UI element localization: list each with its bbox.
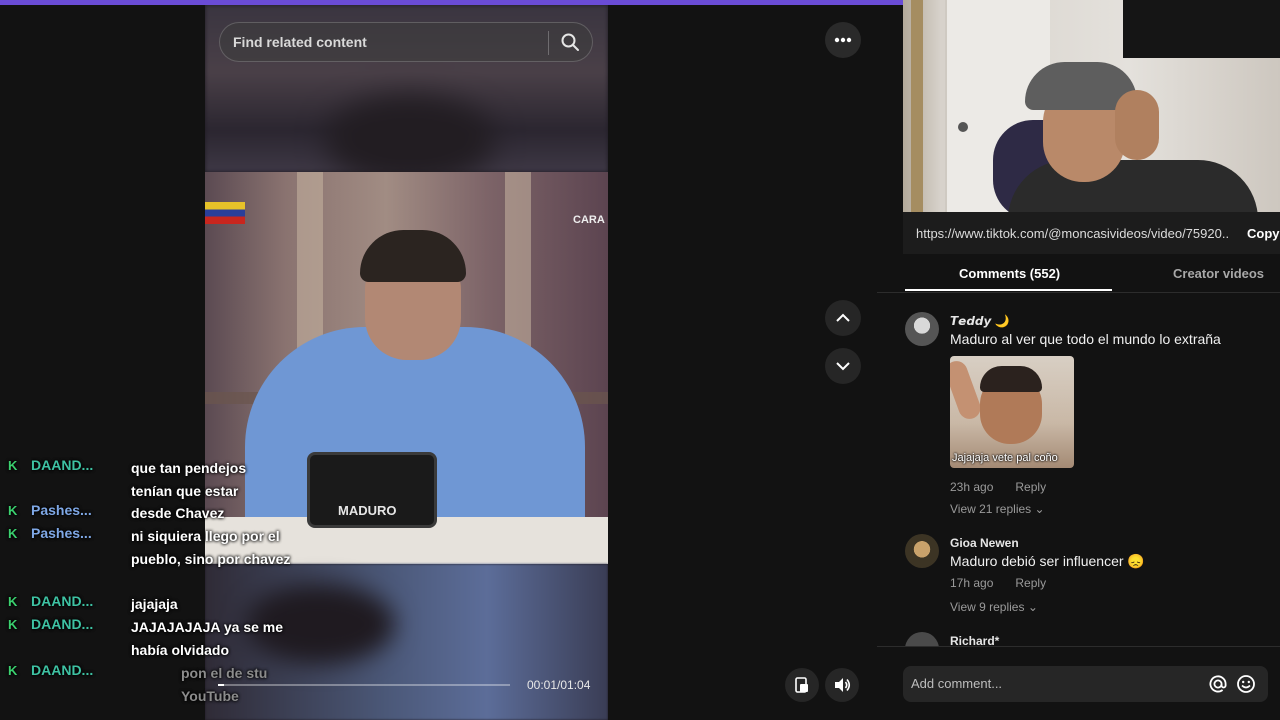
tab-comments[interactable]: Comments (552)	[959, 266, 1060, 281]
comment-time: 17h ago	[950, 576, 994, 590]
chat-text: jajajaja	[131, 596, 178, 612]
chevron-down-icon	[836, 362, 850, 371]
picture-in-picture-button[interactable]	[785, 668, 819, 702]
url-bar: https://www.tiktok.com/@moncasivideos/vi…	[903, 212, 1280, 254]
tablet: MADURO	[307, 452, 437, 528]
chat-badge-icon: K	[8, 663, 18, 678]
tablet-label: MADURO	[338, 503, 397, 518]
chat-username[interactable]: DAAND...	[31, 593, 108, 616]
view-replies-button[interactable]: View 21 replies ⌄	[950, 502, 1045, 516]
next-video-button[interactable]	[825, 348, 861, 384]
pip-icon	[795, 677, 808, 693]
comment-text: Maduro debió ser influencer 😞	[950, 553, 1145, 569]
screen: CARA MADURO Find related content 00:01/0…	[0, 0, 1280, 720]
chat-badge-icon: K	[8, 594, 18, 609]
comment-username[interactable]: Gioa Newen	[950, 536, 1019, 550]
chat-badge-icon: K	[8, 503, 18, 518]
sticker-hair	[980, 366, 1042, 392]
reply-button[interactable]: Reply	[1015, 480, 1046, 494]
comment-input[interactable]: Add comment...	[903, 666, 1268, 702]
chat-message: K Pashes... desde Chavez	[8, 502, 291, 525]
search-input[interactable]: Find related content	[233, 34, 367, 50]
chat-text: desde Chavez	[131, 505, 225, 521]
chat-username[interactable]: DAAND...	[31, 616, 108, 661]
comment-input-divider	[877, 646, 1280, 647]
chat-message: K DAAND... pon el de stu YouTube	[8, 662, 291, 707]
chat-text: que tan pendejos tenían que estar	[131, 460, 247, 499]
webcam-tv	[1123, 0, 1280, 58]
comment-time: 23h ago	[950, 480, 994, 494]
chat-message: K DAAND... que tan pendejos tenían que e…	[8, 457, 291, 502]
chat-text: pon el de stu YouTube	[181, 665, 268, 704]
volume-icon	[835, 678, 851, 692]
comment-sticker-image[interactable]: Jajajaja vete pal coño	[950, 356, 1074, 468]
comment-username[interactable]: 𝙏𝙚𝙙𝙙𝙮 🌙	[950, 314, 1010, 328]
webcam-doorframe	[911, 0, 923, 212]
video-url[interactable]: https://www.tiktok.com/@moncasivideos/vi…	[916, 226, 1228, 241]
chat-badge-icon: K	[8, 526, 18, 541]
search-icon[interactable]	[560, 32, 580, 52]
comment-meta: 17h ago Reply	[950, 576, 1046, 590]
channel-logo-text: CARA	[573, 214, 605, 226]
chat-text: ni siquiera llego por el pueblo, sino po…	[131, 528, 291, 567]
sticker-caption: Jajajaja vete pal coño	[952, 452, 1058, 464]
more-options-button[interactable]	[825, 22, 861, 58]
webcam-feed	[903, 0, 1280, 212]
emoji-icon[interactable]	[1236, 674, 1256, 694]
comment-username[interactable]: Richard*	[950, 634, 999, 646]
chat-username[interactable]: Pashes...	[31, 525, 108, 570]
previous-video-button[interactable]	[825, 300, 861, 336]
comments-list[interactable]: 𝙏𝙚𝙙𝙙𝙮 🌙 Maduro al ver que todo el mundo …	[903, 294, 1280, 646]
flag-graphic	[205, 202, 245, 224]
chat-username[interactable]: DAAND...	[31, 662, 108, 707]
search-divider	[548, 31, 549, 55]
comment-input-placeholder: Add comment...	[911, 676, 1003, 691]
tabs-divider	[877, 292, 1280, 293]
chat-text: JAJAJAJAJA ya se me había olvidado	[131, 619, 284, 658]
avatar[interactable]	[905, 632, 939, 646]
reply-button[interactable]: Reply	[1015, 576, 1046, 590]
comments-tabs: Comments (552) Creator videos	[903, 255, 1280, 293]
volume-button[interactable]	[825, 668, 859, 702]
chat-message: K DAAND... JAJAJAJAJA ya se me había olv…	[8, 616, 291, 661]
related-content-search[interactable]: Find related content	[219, 22, 593, 62]
at-icon[interactable]	[1208, 674, 1228, 694]
video-time: 00:01/01:04	[527, 678, 591, 692]
avatar[interactable]	[905, 534, 939, 568]
webcam-person-hand	[1115, 90, 1159, 160]
person-hair	[360, 230, 466, 282]
copy-link-button[interactable]: Copy	[1247, 226, 1280, 241]
chat-badge-icon: K	[8, 617, 18, 632]
more-icon	[834, 37, 852, 43]
sticker-arm	[950, 358, 984, 422]
chat-badge-icon: K	[8, 458, 18, 473]
webcam-doorknob	[958, 122, 968, 132]
active-tab-indicator	[905, 289, 1112, 291]
comment-meta: 23h ago Reply	[950, 480, 1046, 494]
webcam-person-body	[1008, 160, 1258, 212]
chat-message: K Pashes... ni siquiera llego por el pue…	[8, 525, 291, 570]
view-replies-button[interactable]: View 9 replies ⌄	[950, 600, 1038, 614]
tab-creator-videos[interactable]: Creator videos	[1173, 266, 1264, 281]
chat-username[interactable]: DAAND...	[31, 457, 108, 502]
comment-text: Maduro al ver que todo el mundo lo extra…	[950, 331, 1221, 347]
avatar[interactable]	[905, 312, 939, 346]
chat-message: K DAAND... jajajaja	[8, 593, 291, 616]
chat-username[interactable]: Pashes...	[31, 502, 108, 525]
chevron-up-icon	[836, 313, 850, 322]
